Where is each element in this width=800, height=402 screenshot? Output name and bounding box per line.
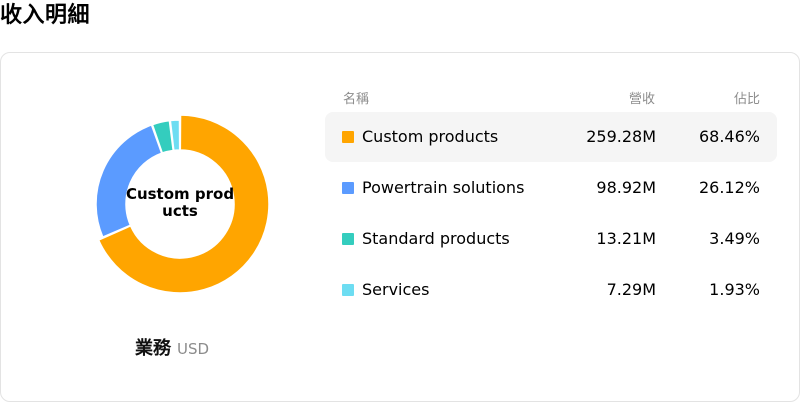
legend-table: 名稱 營收 佔比 Custom products 259.28M 68.46% … bbox=[325, 81, 777, 315]
page-title: 收入明細 bbox=[0, 3, 91, 28]
row-name: Services bbox=[362, 280, 430, 299]
table-header: 名稱 營收 佔比 bbox=[325, 81, 777, 111]
row-share: 1.93% bbox=[709, 280, 760, 299]
chart-caption: 業務 USD bbox=[135, 337, 209, 361]
row-revenue: 7.29M bbox=[606, 280, 656, 299]
revenue-card: Custom products 業務 USD 名稱 營收 佔比 Custom pr… bbox=[0, 52, 800, 402]
header-name: 名稱 bbox=[343, 92, 370, 107]
legend-swatch bbox=[342, 182, 354, 194]
table-row-services[interactable]: Services 7.29M 1.93% bbox=[325, 265, 777, 315]
chart-caption-unit: USD bbox=[177, 340, 210, 358]
row-name: Standard products bbox=[362, 229, 510, 248]
row-share: 68.46% bbox=[698, 127, 760, 146]
table-row-standard-products[interactable]: Standard products 13.21M 3.49% bbox=[325, 214, 777, 264]
donut-slice-powertrain-solutions[interactable] bbox=[95, 124, 163, 239]
row-revenue: 13.21M bbox=[596, 229, 656, 248]
legend-swatch bbox=[342, 131, 354, 143]
row-revenue: 98.92M bbox=[596, 178, 656, 197]
header-share: 佔比 bbox=[733, 92, 760, 107]
legend-swatch bbox=[342, 233, 354, 245]
chart-caption-title: 業務 bbox=[135, 338, 171, 359]
row-share: 3.49% bbox=[709, 229, 760, 248]
header-revenue: 營收 bbox=[628, 92, 655, 107]
row-share: 26.12% bbox=[698, 178, 760, 197]
donut-chart[interactable]: Custom products bbox=[95, 114, 270, 296]
row-revenue: 259.28M bbox=[586, 127, 656, 146]
table-row-powertrain-solutions[interactable]: Powertrain solutions 98.92M 26.12% bbox=[325, 163, 777, 213]
row-name: Custom products bbox=[362, 127, 499, 146]
legend-swatch bbox=[342, 284, 354, 296]
row-name: Powertrain solutions bbox=[362, 178, 525, 197]
donut-center-label: Custom products bbox=[125, 185, 235, 220]
table-row-custom-products[interactable]: Custom products 259.28M 68.46% bbox=[325, 112, 777, 162]
